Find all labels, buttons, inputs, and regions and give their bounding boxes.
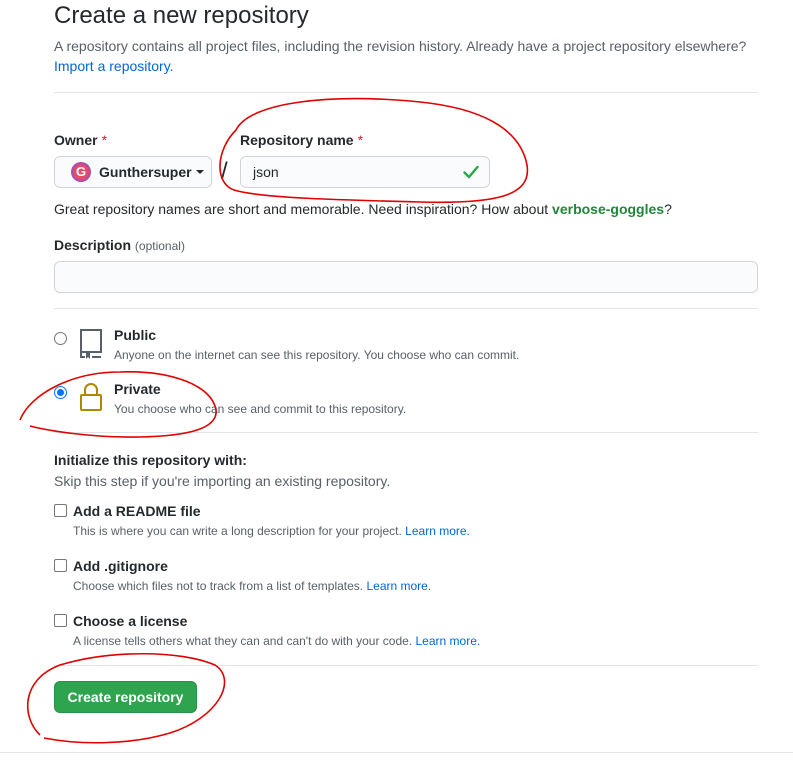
page-intro: A repository contains all project files,… bbox=[54, 36, 774, 76]
divider bbox=[54, 308, 758, 309]
private-desc: You choose who can see and commit to thi… bbox=[114, 402, 407, 416]
gitignore-checkbox[interactable] bbox=[54, 559, 67, 572]
name-suggestion: Great repository names are short and mem… bbox=[54, 201, 672, 217]
suggestion-text: Great repository names are short and mem… bbox=[54, 201, 549, 217]
readme-title: Add a README file bbox=[73, 503, 201, 519]
create-repository-button[interactable]: Create repository bbox=[54, 681, 197, 713]
public-title: Public bbox=[114, 327, 157, 343]
description-label-text: Description bbox=[54, 237, 132, 253]
check-icon bbox=[463, 165, 479, 179]
license-title: Choose a license bbox=[73, 613, 188, 629]
owner-label: Owner * bbox=[54, 132, 107, 148]
readme-desc-text: This is where you can write a long descr… bbox=[73, 524, 402, 538]
divider bbox=[54, 432, 758, 433]
repo-book-icon bbox=[80, 329, 102, 359]
intro-text: A repository contains all project files,… bbox=[54, 38, 747, 54]
repo-name-label-text: Repository name bbox=[240, 132, 354, 148]
optional-tag: (optional) bbox=[134, 239, 185, 253]
owner-dropdown[interactable]: G Gunthersuper bbox=[54, 156, 212, 188]
owner-value: Gunthersuper bbox=[99, 164, 192, 180]
initialize-subheading: Skip this step if you're importing an ex… bbox=[54, 473, 391, 489]
import-repository-link[interactable]: Import a repository. bbox=[54, 58, 174, 74]
initialize-heading: Initialize this repository with: bbox=[54, 452, 247, 468]
required-mark: * bbox=[357, 132, 364, 148]
owner-repo-separator: / bbox=[221, 158, 228, 185]
private-title: Private bbox=[114, 381, 161, 397]
license-desc: A license tells others what they can and… bbox=[73, 634, 480, 648]
repo-name-input[interactable]: json bbox=[240, 156, 490, 188]
repo-name-label: Repository name * bbox=[240, 132, 363, 148]
divider bbox=[54, 665, 758, 666]
footer-divider bbox=[0, 752, 793, 753]
public-radio[interactable] bbox=[54, 332, 67, 345]
license-desc-text: A license tells others what they can and… bbox=[73, 634, 413, 648]
private-radio[interactable] bbox=[54, 386, 67, 399]
caret-down-icon bbox=[195, 170, 204, 174]
description-input[interactable] bbox=[54, 261, 758, 293]
gitignore-desc: Choose which files not to track from a l… bbox=[73, 579, 431, 593]
readme-desc: This is where you can write a long descr… bbox=[73, 524, 470, 538]
gitignore-desc-text: Choose which files not to track from a l… bbox=[73, 579, 364, 593]
page-title: Create a new repository bbox=[54, 2, 309, 29]
suggested-name-link[interactable]: verbose-goggles bbox=[552, 201, 664, 217]
readme-checkbox[interactable] bbox=[54, 504, 67, 517]
learn-more-link[interactable]: Learn more. bbox=[405, 524, 470, 538]
avatar: G bbox=[71, 162, 91, 182]
required-mark: * bbox=[101, 132, 108, 148]
learn-more-link[interactable]: Learn more. bbox=[416, 634, 481, 648]
owner-label-text: Owner bbox=[54, 132, 98, 148]
repo-name-value: json bbox=[253, 164, 279, 180]
suggestion-end: ? bbox=[664, 201, 672, 217]
learn-more-link[interactable]: Learn more. bbox=[366, 579, 431, 593]
gitignore-title: Add .gitignore bbox=[73, 558, 168, 574]
divider bbox=[54, 92, 758, 93]
license-checkbox[interactable] bbox=[54, 614, 67, 627]
avatar-letter: G bbox=[75, 164, 87, 179]
public-desc: Anyone on the internet can see this repo… bbox=[114, 348, 520, 362]
description-label: Description (optional) bbox=[54, 237, 185, 253]
lock-icon bbox=[80, 383, 102, 411]
